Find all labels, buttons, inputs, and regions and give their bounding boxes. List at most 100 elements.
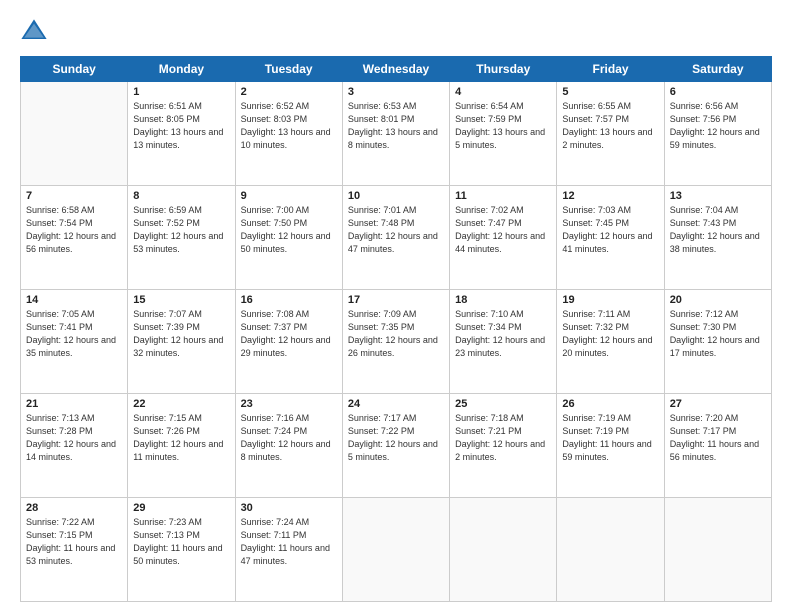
- calendar-cell: 19 Sunrise: 7:11 AMSunset: 7:32 PMDayligh…: [557, 290, 664, 394]
- logo-icon: [20, 18, 48, 46]
- day-number: 28: [26, 502, 122, 514]
- day-info: Sunrise: 6:53 AMSunset: 8:01 PMDaylight:…: [348, 100, 444, 152]
- day-info: Sunrise: 7:24 AMSunset: 7:11 PMDaylight:…: [241, 516, 337, 568]
- day-info: Sunrise: 6:52 AMSunset: 8:03 PMDaylight:…: [241, 100, 337, 152]
- calendar-header-thursday: Thursday: [450, 57, 557, 82]
- calendar-header-wednesday: Wednesday: [342, 57, 449, 82]
- calendar-cell: 30 Sunrise: 7:24 AMSunset: 7:11 PMDayligh…: [235, 498, 342, 602]
- calendar-cell: 8Sunrise: 6:59 AMSunset: 7:52 PMDaylight…: [128, 186, 235, 290]
- calendar-week-2: 14 Sunrise: 7:05 AMSunset: 7:41 PMDayligh…: [21, 290, 772, 394]
- day-info: Sunrise: 6:51 AMSunset: 8:05 PMDaylight:…: [133, 100, 229, 152]
- day-number: 7: [26, 190, 122, 202]
- day-number: 30: [241, 502, 337, 514]
- calendar-cell: 15 Sunrise: 7:07 AMSunset: 7:39 PMDayligh…: [128, 290, 235, 394]
- day-info: Sunrise: 6:54 AMSunset: 7:59 PMDaylight:…: [455, 100, 551, 152]
- day-info: Sunrise: 7:11 AMSunset: 7:32 PMDaylight:…: [562, 308, 658, 360]
- day-number: 4: [455, 86, 551, 98]
- calendar-week-1: 7 Sunrise: 6:58 AMSunset: 7:54 PMDaylight…: [21, 186, 772, 290]
- day-info: Sunrise: 6:56 AMSunset: 7:56 PMDaylight:…: [670, 100, 766, 152]
- calendar-cell: 10 Sunrise: 7:01 AMSunset: 7:48 PMDayligh…: [342, 186, 449, 290]
- day-info: Sunrise: 7:16 AMSunset: 7:24 PMDaylight:…: [241, 412, 337, 464]
- calendar-cell: 2 Sunrise: 6:52 AMSunset: 8:03 PMDaylight…: [235, 82, 342, 186]
- day-number: 13: [670, 190, 766, 202]
- day-info: Sunrise: 7:15 AMSunset: 7:26 PMDaylight:…: [133, 412, 229, 464]
- day-info: Sunrise: 7:01 AMSunset: 7:48 PMDaylight:…: [348, 204, 444, 256]
- day-info: Sunrise: 7:09 AMSunset: 7:35 PMDaylight:…: [348, 308, 444, 360]
- day-info: Sunrise: 7:23 AMSunset: 7:13 PMDaylight:…: [133, 516, 229, 568]
- day-info: Sunrise: 7:05 AMSunset: 7:41 PMDaylight:…: [26, 308, 122, 360]
- calendar-cell: 3 Sunrise: 6:53 AMSunset: 8:01 PMDaylight…: [342, 82, 449, 186]
- day-info: Sunrise: 7:10 AMSunset: 7:34 PMDaylight:…: [455, 308, 551, 360]
- calendar-cell: 6Sunrise: 6:56 AMSunset: 7:56 PMDaylight…: [664, 82, 771, 186]
- day-info: Sunrise: 7:22 AMSunset: 7:15 PMDaylight:…: [26, 516, 122, 568]
- day-number: 16: [241, 294, 337, 306]
- day-info: Sunrise: 7:19 AMSunset: 7:19 PMDaylight:…: [562, 412, 658, 464]
- calendar-cell: 29 Sunrise: 7:23 AMSunset: 7:13 PMDayligh…: [128, 498, 235, 602]
- calendar-header-row: SundayMondayTuesdayWednesdayThursdayFrid…: [21, 57, 772, 82]
- day-info: Sunrise: 7:02 AMSunset: 7:47 PMDaylight:…: [455, 204, 551, 256]
- day-number: 14: [26, 294, 122, 306]
- day-info: Sunrise: 7:12 AMSunset: 7:30 PMDaylight:…: [670, 308, 766, 360]
- calendar-cell: 28 Sunrise: 7:22 AMSunset: 7:15 PMDayligh…: [21, 498, 128, 602]
- day-info: Sunrise: 7:20 AMSunset: 7:17 PMDaylight:…: [670, 412, 766, 464]
- day-number: 18: [455, 294, 551, 306]
- calendar-week-0: 1 Sunrise: 6:51 AMSunset: 8:05 PMDaylight…: [21, 82, 772, 186]
- day-info: Sunrise: 7:13 AMSunset: 7:28 PMDaylight:…: [26, 412, 122, 464]
- day-number: 29: [133, 502, 229, 514]
- calendar-cell: 27 Sunrise: 7:20 AMSunset: 7:17 PMDayligh…: [664, 394, 771, 498]
- calendar-cell: 22Sunrise: 7:15 AMSunset: 7:26 PMDayligh…: [128, 394, 235, 498]
- day-number: 26: [562, 398, 658, 410]
- calendar-header-sunday: Sunday: [21, 57, 128, 82]
- calendar-header-tuesday: Tuesday: [235, 57, 342, 82]
- day-number: 27: [670, 398, 766, 410]
- day-number: 3: [348, 86, 444, 98]
- day-number: 17: [348, 294, 444, 306]
- day-number: 20: [670, 294, 766, 306]
- header: [20, 18, 772, 46]
- day-number: 2: [241, 86, 337, 98]
- calendar-cell: 4 Sunrise: 6:54 AMSunset: 7:59 PMDaylight…: [450, 82, 557, 186]
- calendar-table: SundayMondayTuesdayWednesdayThursdayFrid…: [20, 56, 772, 602]
- calendar-cell: [342, 498, 449, 602]
- logo: [20, 18, 52, 46]
- calendar-cell: 14 Sunrise: 7:05 AMSunset: 7:41 PMDayligh…: [21, 290, 128, 394]
- calendar-cell: 17 Sunrise: 7:09 AMSunset: 7:35 PMDayligh…: [342, 290, 449, 394]
- calendar-cell: 13 Sunrise: 7:04 AMSunset: 7:43 PMDayligh…: [664, 186, 771, 290]
- day-number: 11: [455, 190, 551, 202]
- calendar-header-saturday: Saturday: [664, 57, 771, 82]
- calendar-cell: 21Sunrise: 7:13 AMSunset: 7:28 PMDayligh…: [21, 394, 128, 498]
- day-info: Sunrise: 7:17 AMSunset: 7:22 PMDaylight:…: [348, 412, 444, 464]
- day-number: 25: [455, 398, 551, 410]
- calendar-header-friday: Friday: [557, 57, 664, 82]
- day-info: Sunrise: 6:58 AMSunset: 7:54 PMDaylight:…: [26, 204, 122, 256]
- day-number: 10: [348, 190, 444, 202]
- calendar-cell: 12Sunrise: 7:03 AMSunset: 7:45 PMDayligh…: [557, 186, 664, 290]
- day-number: 23: [241, 398, 337, 410]
- calendar-cell: 16 Sunrise: 7:08 AMSunset: 7:37 PMDayligh…: [235, 290, 342, 394]
- day-number: 9: [241, 190, 337, 202]
- calendar-cell: 7 Sunrise: 6:58 AMSunset: 7:54 PMDaylight…: [21, 186, 128, 290]
- day-info: Sunrise: 7:03 AMSunset: 7:45 PMDaylight:…: [562, 204, 658, 256]
- day-info: Sunrise: 7:08 AMSunset: 7:37 PMDaylight:…: [241, 308, 337, 360]
- day-number: 24: [348, 398, 444, 410]
- day-number: 19: [562, 294, 658, 306]
- day-info: Sunrise: 7:00 AMSunset: 7:50 PMDaylight:…: [241, 204, 337, 256]
- calendar-cell: 23 Sunrise: 7:16 AMSunset: 7:24 PMDayligh…: [235, 394, 342, 498]
- day-number: 8: [133, 190, 229, 202]
- day-number: 1: [133, 86, 229, 98]
- calendar-cell: 25 Sunrise: 7:18 AMSunset: 7:21 PMDayligh…: [450, 394, 557, 498]
- calendar-cell: [450, 498, 557, 602]
- calendar-cell: 5Sunrise: 6:55 AMSunset: 7:57 PMDaylight…: [557, 82, 664, 186]
- page: SundayMondayTuesdayWednesdayThursdayFrid…: [0, 0, 792, 612]
- calendar-header-monday: Monday: [128, 57, 235, 82]
- day-info: Sunrise: 7:04 AMSunset: 7:43 PMDaylight:…: [670, 204, 766, 256]
- calendar-cell: [557, 498, 664, 602]
- calendar-cell: 18 Sunrise: 7:10 AMSunset: 7:34 PMDayligh…: [450, 290, 557, 394]
- day-info: Sunrise: 7:18 AMSunset: 7:21 PMDaylight:…: [455, 412, 551, 464]
- calendar-week-4: 28 Sunrise: 7:22 AMSunset: 7:15 PMDayligh…: [21, 498, 772, 602]
- calendar-cell: 1 Sunrise: 6:51 AMSunset: 8:05 PMDaylight…: [128, 82, 235, 186]
- day-info: Sunrise: 7:07 AMSunset: 7:39 PMDaylight:…: [133, 308, 229, 360]
- calendar-cell: 20 Sunrise: 7:12 AMSunset: 7:30 PMDayligh…: [664, 290, 771, 394]
- day-number: 15: [133, 294, 229, 306]
- calendar-cell: 26 Sunrise: 7:19 AMSunset: 7:19 PMDayligh…: [557, 394, 664, 498]
